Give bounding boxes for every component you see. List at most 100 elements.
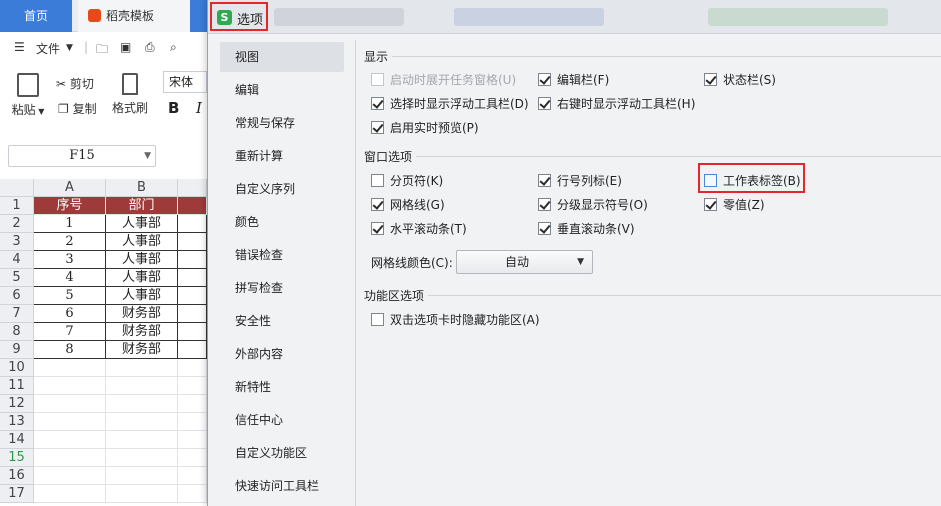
row-header: 8	[0, 323, 34, 341]
clipboard-icon	[17, 73, 39, 97]
background-tab	[454, 8, 604, 26]
tab-home[interactable]: 首页	[0, 0, 72, 32]
nav-item[interactable]: 错误检查	[220, 240, 344, 270]
table-cell: 8	[34, 341, 106, 359]
option-window-1[interactable]: 行号列标(E)	[538, 172, 622, 190]
row-header: 4	[0, 251, 34, 269]
table-cell	[178, 377, 207, 395]
section-divider	[392, 56, 941, 57]
nav-item[interactable]: 常规与保存	[220, 108, 344, 138]
option-ribbon-0[interactable]: 双击选项卡时隐藏功能区(A)	[371, 311, 540, 329]
nav-item[interactable]: 拼写检查	[220, 273, 344, 303]
gridline-color-select[interactable]: 自动 ▼	[456, 250, 593, 274]
nav-item[interactable]: 自定义功能区	[220, 438, 344, 468]
bold-button[interactable]: B	[168, 99, 179, 117]
checkbox[interactable]	[371, 198, 384, 211]
font-name-select[interactable]: 宋体	[163, 71, 207, 93]
table-cell	[178, 215, 207, 233]
cut-button[interactable]: ✂ 剪切	[56, 75, 94, 92]
checkbox[interactable]	[704, 73, 717, 86]
table-cell	[178, 251, 207, 269]
open-folder-icon[interactable]: 🗀	[96, 40, 108, 61]
option-window-4[interactable]: 分级显示符号(O)	[538, 196, 648, 214]
tab-template-label: 稻壳模板	[106, 9, 155, 23]
table-cell: 人事部	[106, 269, 178, 287]
table-cell	[34, 359, 106, 377]
option-window-7[interactable]: 垂直滚动条(V)	[538, 220, 635, 238]
nav-item[interactable]: 视图	[220, 42, 344, 72]
table-cell	[178, 431, 207, 449]
file-menu-button[interactable]: 文件	[36, 40, 60, 57]
tab-template[interactable]: 稻壳模板	[78, 0, 190, 32]
option-display-4[interactable]: 右键时显示浮动工具栏(H)	[538, 95, 695, 113]
table-cell: 人事部	[106, 215, 178, 233]
checkbox[interactable]	[538, 222, 551, 235]
nav-item[interactable]: 外部内容	[220, 339, 344, 369]
nav-item[interactable]: 编辑	[220, 75, 344, 105]
option-window-3[interactable]: 网格线(G)	[371, 196, 445, 214]
option-display-5[interactable]: 启用实时预览(P)	[371, 119, 479, 137]
paste-label: 粘贴	[11, 103, 36, 117]
checkbox[interactable]	[371, 222, 384, 235]
nav-item[interactable]: 新特性	[220, 372, 344, 402]
nav-item[interactable]: 安全性	[220, 306, 344, 336]
format-painter-button[interactable]: 格式刷	[110, 73, 150, 116]
nav-item[interactable]: 快速访问工具栏	[220, 471, 344, 501]
checkbox[interactable]	[538, 97, 551, 110]
print-preview-icon[interactable]: ⌕	[170, 40, 177, 55]
option-display-1[interactable]: 编辑栏(F)	[538, 71, 609, 89]
option-window-6[interactable]: 水平滚动条(T)	[371, 220, 467, 238]
tab-document[interactable]	[190, 0, 208, 32]
menu-icon[interactable]: ☰	[14, 40, 25, 54]
option-display-2[interactable]: 状态栏(S)	[704, 71, 776, 89]
table-cell	[34, 431, 106, 449]
option-label: 水平滚动条(T)	[390, 222, 467, 236]
chevron-down-icon[interactable]: ▼	[66, 43, 73, 53]
checkbox[interactable]	[538, 198, 551, 211]
nav-item[interactable]: 颜色	[220, 207, 344, 237]
spreadsheet-grid[interactable]: A B 1 序号 部门 2 1 人事部 3 2 人事部 4 3 人事部 5 4 人事部 6 5 人事部 7 6 财务部 8 7 财…	[0, 179, 207, 506]
save-icon[interactable]: ▣	[120, 40, 131, 54]
nav-item[interactable]: 自定义序列	[220, 174, 344, 204]
wps-logo-icon: S	[217, 10, 232, 25]
option-display-0[interactable]: 启动时展开任务窗格(U)	[371, 71, 516, 89]
table-cell	[178, 449, 207, 467]
checkbox[interactable]	[371, 313, 384, 326]
checkbox[interactable]	[538, 73, 551, 86]
title-highlight-box: S 选项	[210, 2, 268, 31]
checkbox[interactable]	[704, 198, 717, 211]
option-label: 分级显示符号(O)	[557, 198, 648, 212]
docer-logo-icon	[88, 9, 101, 22]
table-cell	[106, 395, 178, 413]
table-cell	[34, 485, 106, 503]
column-header	[178, 179, 207, 197]
checkbox[interactable]	[538, 174, 551, 187]
column-header: B	[106, 179, 178, 197]
option-window-0[interactable]: 分页符(K)	[371, 172, 443, 190]
option-window-5[interactable]: 零值(Z)	[704, 196, 765, 214]
options-dialog: S 选项 视图 编辑 常规与保存 重新计算 自定义序列 颜色 错误检查 拼写检查 安全性 外部内容…	[207, 0, 941, 506]
chevron-down-icon[interactable]: ▼	[144, 146, 151, 166]
section-ribbon-title: 功能区选项	[364, 289, 425, 303]
table-cell: 人事部	[106, 251, 178, 269]
checkbox[interactable]	[371, 73, 384, 86]
paste-button[interactable]: 粘贴 ▼	[10, 73, 46, 118]
option-label: 右键时显示浮动工具栏(H)	[557, 97, 696, 111]
format-painter-label: 格式刷	[111, 101, 148, 115]
name-box[interactable]: F15 ▼	[8, 145, 156, 167]
option-display-3[interactable]: 选择时显示浮动工具栏(D)	[371, 95, 529, 113]
nav-item[interactable]: 重新计算	[220, 141, 344, 171]
dialog-titlebar[interactable]: S 选项	[208, 0, 941, 34]
print-icon[interactable]: ⎙	[145, 40, 155, 55]
cut-label: 剪切	[69, 77, 94, 91]
copy-button[interactable]: ❐ 复制	[58, 100, 97, 117]
checkbox[interactable]	[371, 121, 384, 134]
checkbox[interactable]	[371, 97, 384, 110]
table-cell	[106, 359, 178, 377]
table-cell	[178, 269, 207, 287]
nav-item[interactable]: 信任中心	[220, 405, 344, 435]
gridline-color-value: 自动	[505, 255, 530, 269]
italic-button[interactable]: I	[196, 99, 202, 117]
gridline-color-label: 网格线颜色(C):	[371, 256, 453, 270]
checkbox[interactable]	[371, 174, 384, 187]
